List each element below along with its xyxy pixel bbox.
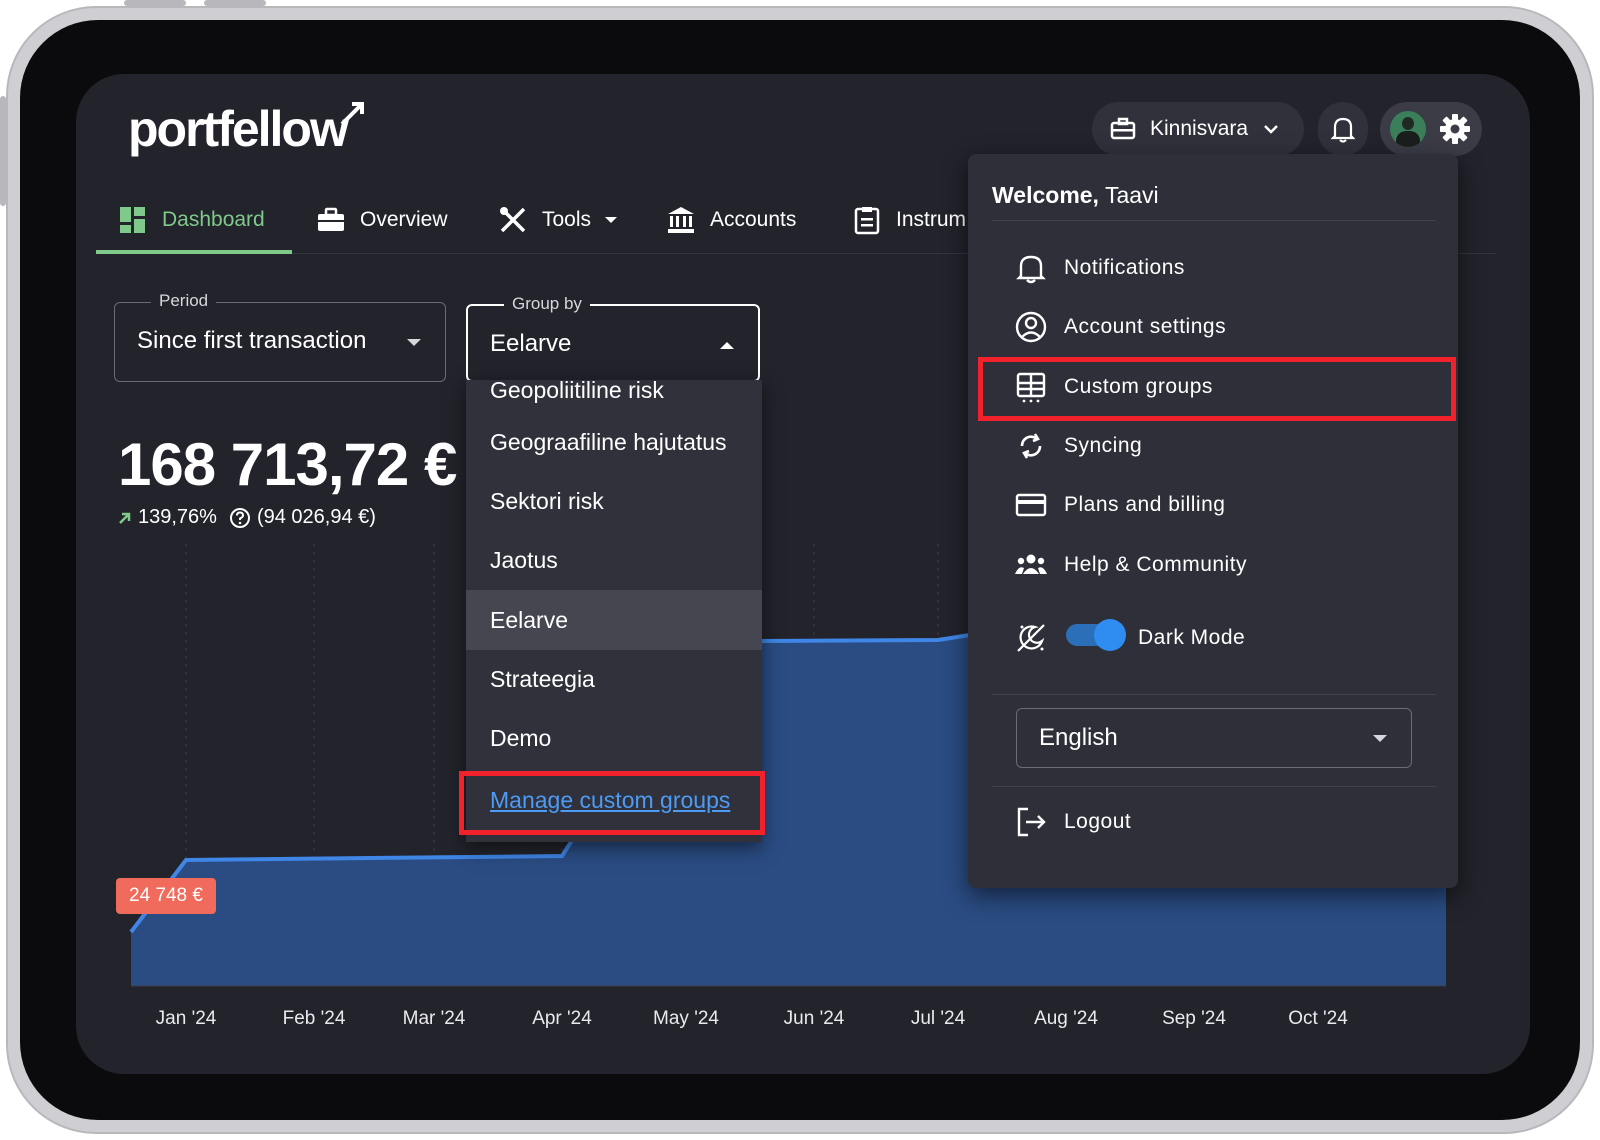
menu-divider [992, 786, 1436, 787]
tools-icon [500, 207, 526, 233]
dropdown-option[interactable]: Geograafiline hajutatus [466, 412, 762, 472]
dropdown-option[interactable]: Strateegia [466, 649, 762, 709]
language-select[interactable]: English [1016, 708, 1412, 768]
bell-icon [1016, 255, 1046, 284]
highlight-box-manage-groups [459, 771, 765, 835]
dark-mode-label-text: Dark Mode [1138, 626, 1246, 649]
x-tick-label: Jun '24 [783, 1008, 845, 1029]
user-menu-button[interactable] [1380, 102, 1482, 156]
tab-label: Instrum [896, 208, 967, 231]
device-button [0, 96, 6, 206]
portfolio-selector[interactable]: Kinnisvara [1092, 102, 1304, 156]
highlight-box-custom-groups [978, 357, 1456, 421]
menu-item-plans-billing[interactable]: Plans and billing [1014, 477, 1225, 533]
device-button [124, 0, 186, 6]
period-value: Since first transaction [137, 327, 367, 354]
x-tick-label: Jul '24 [910, 1008, 966, 1029]
chevron-up-icon [720, 342, 734, 349]
notifications-button[interactable] [1318, 102, 1368, 156]
tab-accounts[interactable]: Accounts [666, 186, 796, 254]
dark-mode-row [1014, 610, 1048, 666]
tab-dashboard[interactable]: Dashboard [118, 186, 265, 254]
welcome-prefix: Welcome, [992, 182, 1099, 208]
menu-item-label: Plans and billing [1064, 493, 1226, 516]
chevron-down-icon [1373, 735, 1387, 742]
change-absolute: (94 026,94 €) [256, 506, 376, 528]
chevron-down-icon [605, 217, 618, 223]
dropdown-option-selected[interactable]: Eelarve [466, 590, 762, 650]
chevron-down-icon [407, 339, 421, 346]
tab-label: Accounts [710, 208, 797, 231]
briefcase-icon [318, 207, 344, 231]
dark-mode-icon [1017, 624, 1045, 652]
change-percent: 139,76% [138, 506, 217, 528]
x-tick-label: Aug '24 [1034, 1008, 1098, 1029]
tab-label: Tools [542, 208, 592, 231]
chart-start-value-tag: 24 748 € [116, 878, 216, 914]
people-icon [1015, 554, 1047, 574]
menu-divider [992, 694, 1436, 695]
x-tick-label: Sep '24 [1162, 1008, 1226, 1029]
sync-icon [1020, 433, 1042, 459]
bell-icon [1331, 117, 1355, 143]
tab-overview[interactable]: Overview [316, 186, 448, 254]
dark-mode-toggle-knob[interactable] [1094, 619, 1126, 651]
bank-icon [668, 207, 694, 233]
menu-item-syncing[interactable]: Syncing [1014, 418, 1142, 474]
dropdown-option[interactable]: Sektori risk [466, 471, 762, 531]
x-tick-label: Mar '24 [402, 1008, 466, 1029]
user-name: Taavi [1104, 182, 1159, 208]
account-circle-icon [1015, 311, 1047, 343]
tab-label: Dashboard [162, 208, 265, 231]
arrow-up-right-icon [119, 512, 131, 524]
menu-item-label: Account settings [1064, 315, 1227, 338]
menu-divider [992, 220, 1436, 221]
x-tick-label: Apr '24 [532, 1008, 592, 1029]
app-screen: 24 748 € Jan '24 Feb '24 Mar '24 Apr '24… [76, 74, 1530, 1074]
tab-tools[interactable]: Tools [498, 186, 618, 254]
tab-label: Overview [360, 208, 448, 231]
x-tick-label: Feb '24 [282, 1008, 346, 1029]
device-button [204, 0, 266, 6]
group-by-legend: Group by [504, 294, 590, 314]
avatar [1390, 111, 1426, 147]
menu-item-label: Logout [1064, 810, 1132, 833]
group-by-value: Eelarve [490, 330, 572, 357]
logout-icon [1017, 807, 1046, 837]
clipboard-icon [854, 207, 880, 235]
menu-item-notifications[interactable]: Notifications [1014, 240, 1185, 296]
welcome-text: Welcome, Taavi [992, 182, 1159, 209]
chevron-down-icon [1264, 125, 1278, 134]
menu-item-logout[interactable]: Logout [1014, 794, 1131, 850]
x-tick-label: Oct '24 [1288, 1008, 1348, 1029]
language-value: English [1039, 724, 1118, 751]
menu-item-label: Syncing [1064, 434, 1143, 457]
period-select[interactable]: Period Since first transaction [114, 291, 446, 382]
active-tab-indicator [96, 250, 292, 254]
portfellow-logo[interactable]: portfellow [128, 100, 349, 158]
gear-icon [1440, 114, 1470, 144]
portfolio-total-value: 168 713,72 € [118, 431, 457, 498]
briefcase-icon [1110, 117, 1136, 140]
period-legend: Period [151, 291, 217, 311]
menu-item-label: Notifications [1064, 256, 1185, 279]
menu-item-account-settings[interactable]: Account settings [1014, 299, 1226, 355]
user-menu-panel: Welcome, Taavi Notifications Account set… [968, 154, 1458, 888]
x-tick-label: May '24 [653, 1008, 719, 1029]
x-tick-label: Jan '24 [155, 1008, 217, 1029]
dashboard-icon [120, 207, 145, 233]
credit-card-icon [1015, 493, 1047, 517]
logo-arrow-icon [340, 102, 364, 126]
group-by-select[interactable]: Group by Eelarve [466, 294, 760, 382]
dropdown-option[interactable]: Demo [466, 708, 762, 768]
tab-instruments[interactable]: Instrum [852, 186, 966, 254]
dark-mode-label: Dark Mode [1138, 610, 1245, 666]
help-circle-icon[interactable] [229, 507, 251, 529]
dropdown-option[interactable]: Jaotus [466, 530, 762, 590]
portfolio-name: Kinnisvara [1150, 117, 1249, 140]
menu-item-label: Help & Community [1064, 553, 1248, 576]
menu-item-help-community[interactable]: Help & Community [1014, 537, 1247, 593]
portfolio-change: 139,76% (94 026,94 €) [118, 506, 376, 529]
